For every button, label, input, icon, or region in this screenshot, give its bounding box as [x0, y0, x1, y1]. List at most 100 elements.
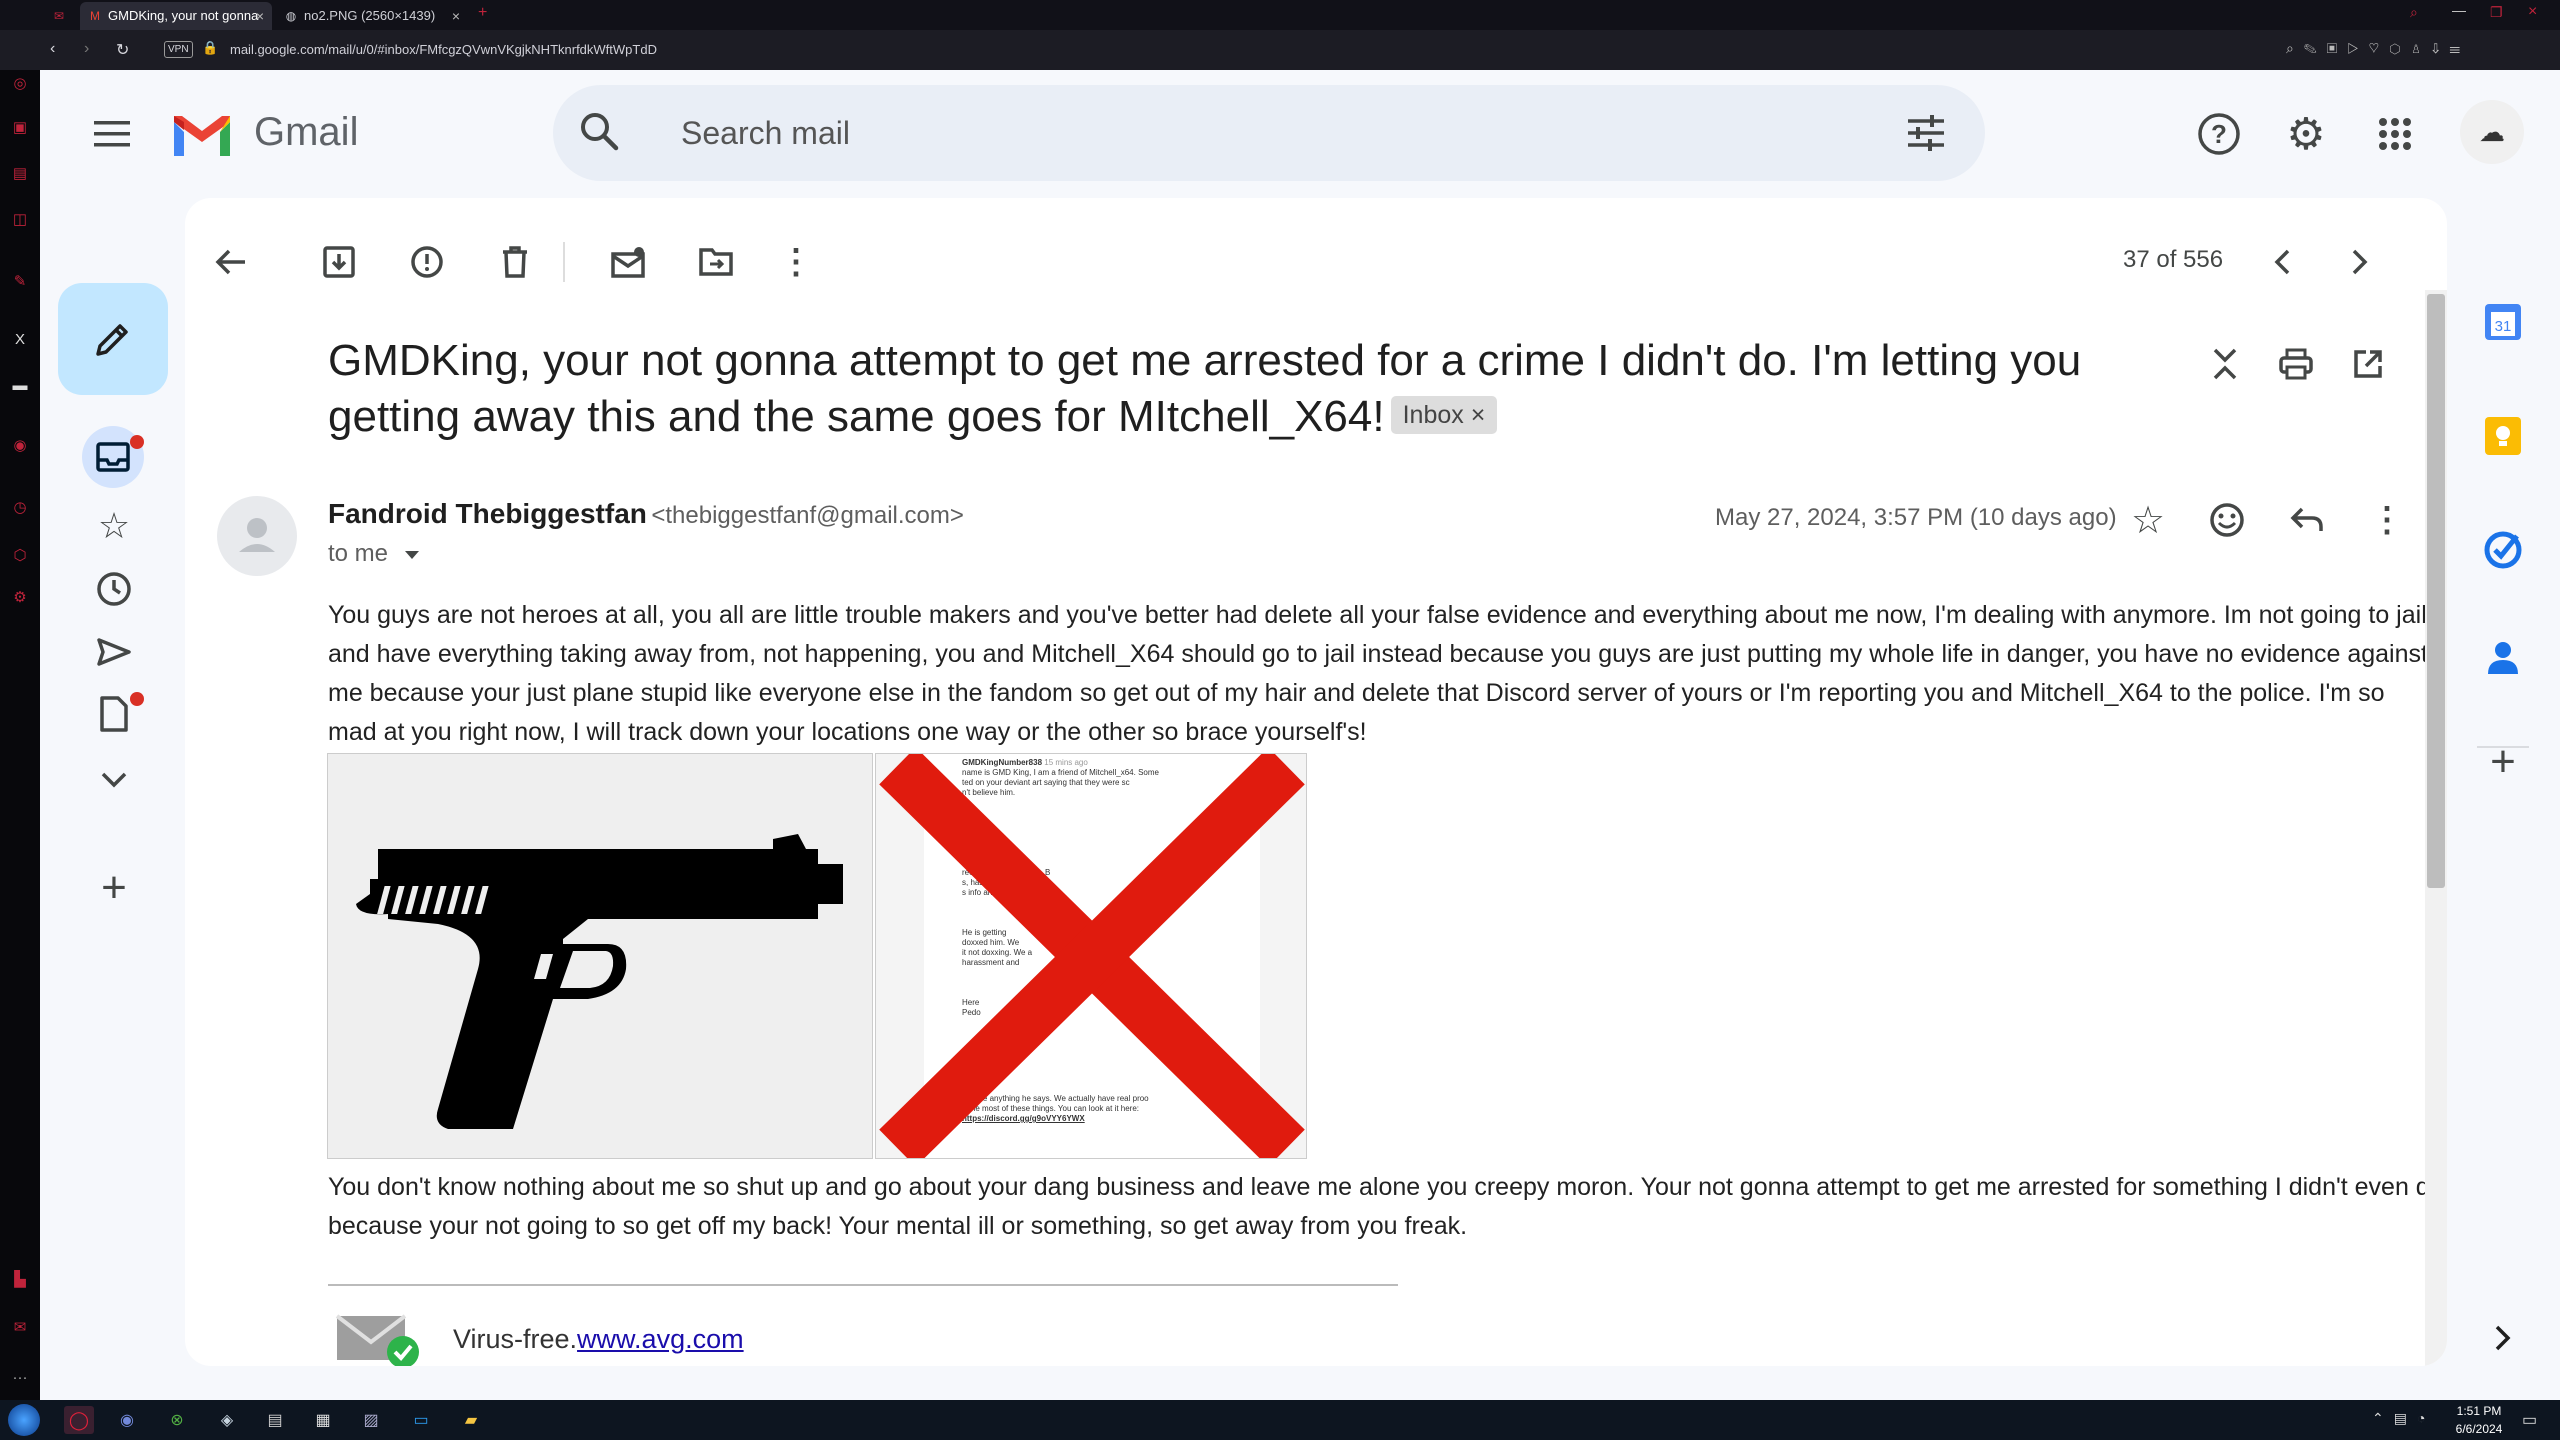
- sender-avatar[interactable]: [217, 496, 297, 576]
- sidebar-aria-icon[interactable]: ◎: [10, 74, 30, 94]
- keep-app-icon[interactable]: [2481, 414, 2525, 458]
- sidebar-history-icon[interactable]: ◷: [10, 498, 30, 518]
- forward-icon[interactable]: ›: [84, 40, 89, 58]
- sidebar-compass-icon[interactable]: ◉: [10, 436, 30, 456]
- taskbar-discord-icon[interactable]: ◉: [112, 1406, 142, 1434]
- compose-button[interactable]: [58, 283, 168, 395]
- sent-icon[interactable]: [90, 628, 138, 676]
- more-options-vertical-icon[interactable]: ⋮: [772, 238, 820, 286]
- taskbar-app-icon[interactable]: ▦: [308, 1406, 338, 1434]
- calendar-app-icon[interactable]: 31: [2481, 300, 2525, 344]
- starred-icon[interactable]: ☆: [90, 502, 138, 550]
- search-input[interactable]: [681, 109, 1781, 157]
- gmail-logo[interactable]: Gmail: [170, 108, 410, 164]
- main-menu-button[interactable]: [84, 106, 140, 162]
- sidebar-chat-icon[interactable]: ▬: [10, 376, 30, 396]
- mark-unread-icon[interactable]: [604, 238, 652, 286]
- sender-line: Fandroid Thebiggestfan <thebiggestfanf@g…: [328, 498, 964, 530]
- help-button[interactable]: ?: [2191, 106, 2247, 162]
- more-chevron-down-icon[interactable]: [90, 756, 138, 804]
- add-reaction-emoji-icon[interactable]: [2203, 496, 2251, 544]
- search-options-icon[interactable]: [1906, 113, 1948, 155]
- collapse-all-icon[interactable]: [2201, 340, 2249, 388]
- close-window-icon[interactable]: ×: [2528, 3, 2537, 21]
- sidebar-box-icon[interactable]: ⬡: [10, 546, 30, 566]
- taskbar-opera-icon[interactable]: ◯: [64, 1406, 94, 1434]
- show-side-panel-chevron-icon[interactable]: [2481, 1316, 2525, 1360]
- tab-image[interactable]: ◍ no2.PNG (2560×1439) ×: [276, 2, 468, 30]
- taskbar-clock[interactable]: 1:51 PM 6/6/2024: [2448, 1402, 2510, 1438]
- open-new-window-icon[interactable]: [2344, 340, 2392, 388]
- get-addons-plus-icon[interactable]: +: [2481, 737, 2525, 786]
- remove-label-icon[interactable]: ×: [1471, 401, 1486, 429]
- new-tab-button[interactable]: +: [478, 4, 487, 22]
- inbox-label-chip[interactable]: Inbox ×: [1390, 396, 1498, 435]
- system-tray-icons[interactable]: ⌃▤◔: [2372, 1410, 2435, 1427]
- address-bar: ‹ › ↻ VPN 🔒 mail.google.com/mail/u/0/#in…: [0, 30, 2560, 70]
- taskbar-paint-icon[interactable]: ▨: [356, 1406, 386, 1434]
- browser-sidebar: ◯ ◎ ▣ ▤ ◫ ✎ X ▬ ◉ ◷ ⬡ ⚙ ▙ ✉ ···: [0, 0, 40, 1400]
- contacts-app-icon[interactable]: [2481, 636, 2525, 680]
- attached-image-gun[interactable]: [327, 753, 873, 1159]
- notification-center-icon[interactable]: ▭: [2522, 1410, 2537, 1430]
- signature-prefix: Virus-free.: [453, 1324, 578, 1354]
- address-toolbar-icons[interactable]: ⌕✎▣▷♡⬡♙⇩☰: [2286, 40, 2470, 57]
- sidebar-mail-icon[interactable]: ✉: [10, 1318, 30, 1338]
- print-icon[interactable]: [2272, 340, 2320, 388]
- star-icon[interactable]: ☆: [2124, 496, 2172, 544]
- search-tabs-icon[interactable]: ⌕: [2410, 4, 2418, 21]
- windows-taskbar: ◯ ◉ ⊗ ◈ ▤ ▦ ▨ ▭ ▰ ⌃▤◔ 1:51 PM 6/6/2024 ▭: [0, 1400, 2560, 1440]
- account-avatar[interactable]: ☁: [2460, 100, 2524, 164]
- older-chevron-right-icon[interactable]: [2336, 238, 2384, 286]
- close-tab-icon[interactable]: ×: [452, 2, 460, 30]
- taskbar-explorer-icon[interactable]: ▰: [456, 1406, 486, 1434]
- reply-icon[interactable]: [2283, 496, 2331, 544]
- delete-trash-icon[interactable]: [491, 238, 539, 286]
- back-arrow-icon[interactable]: [207, 238, 255, 286]
- snoozed-clock-icon[interactable]: [90, 565, 138, 613]
- search-icon[interactable]: [577, 109, 625, 157]
- tab-strip-icon[interactable]: ✉: [40, 2, 78, 30]
- archive-icon[interactable]: [315, 238, 363, 286]
- minimize-icon[interactable]: —: [2452, 2, 2466, 18]
- newer-chevron-left-icon[interactable]: [2258, 238, 2306, 286]
- recipient-details[interactable]: to me: [328, 540, 421, 568]
- taskbar-xbox-icon[interactable]: ⊗: [162, 1406, 192, 1434]
- settings-gear-icon[interactable]: ⚙: [2278, 106, 2334, 162]
- inbox-chip-label: Inbox: [1402, 401, 1464, 430]
- start-button-icon[interactable]: [8, 1404, 40, 1436]
- report-spam-icon[interactable]: [403, 238, 451, 286]
- message-more-vertical-icon[interactable]: ⋮: [2363, 496, 2411, 544]
- url-field[interactable]: mail.google.com/mail/u/0/#inbox/FMfcgzQV…: [230, 42, 657, 57]
- tab-gmail[interactable]: M GMDKing, your not gonna ×: [80, 2, 272, 30]
- maximize-icon[interactable]: ❐: [2490, 4, 2503, 21]
- vpn-badge[interactable]: VPN: [164, 41, 193, 58]
- signature-text: Virus-free.www.avg.com: [453, 1324, 744, 1355]
- taskbar-files-icon[interactable]: ▤: [260, 1406, 290, 1434]
- back-icon[interactable]: ‹: [50, 40, 55, 58]
- attached-image-crossed-screenshot[interactable]: GMDKingNumber838 15 mins ago name is GMD…: [875, 753, 1307, 1159]
- sidebar-bottom-icon[interactable]: ▙: [10, 1270, 30, 1290]
- sidebar-pinboard-icon[interactable]: ✎: [10, 272, 30, 292]
- reload-icon[interactable]: ↻: [116, 40, 129, 60]
- avg-link[interactable]: www.avg.com: [577, 1324, 744, 1354]
- sidebar-x-icon[interactable]: X: [10, 330, 30, 350]
- taskbar-steam-icon[interactable]: ◈: [212, 1406, 242, 1434]
- sidebar-settings-icon[interactable]: ⚙: [10, 588, 30, 608]
- pencil-icon: [96, 324, 128, 356]
- sidebar-bag-icon[interactable]: ▣: [10, 118, 30, 138]
- tasks-app-icon[interactable]: [2481, 528, 2525, 572]
- sender-name[interactable]: Fandroid Thebiggestfan: [328, 498, 647, 529]
- gmail-app: Gmail ? ⚙ ☁ ☆: [40, 70, 2560, 1400]
- create-label-plus-icon[interactable]: +: [90, 863, 138, 912]
- apps-grid-icon[interactable]: [2367, 106, 2423, 162]
- avg-envelope-icon: [335, 1310, 425, 1366]
- recipient-dropdown-icon: [404, 551, 419, 559]
- close-tab-icon[interactable]: ×: [256, 2, 264, 30]
- sidebar-more-icon[interactable]: ···: [10, 1368, 30, 1388]
- sidebar-twitch-icon[interactable]: ▤: [10, 164, 30, 184]
- sidebar-instagram-icon[interactable]: ◫: [10, 210, 30, 230]
- taskbar-store-icon[interactable]: ▭: [406, 1406, 436, 1434]
- move-to-icon[interactable]: [692, 238, 740, 286]
- scrollbar-thumb[interactable]: [2427, 294, 2445, 888]
